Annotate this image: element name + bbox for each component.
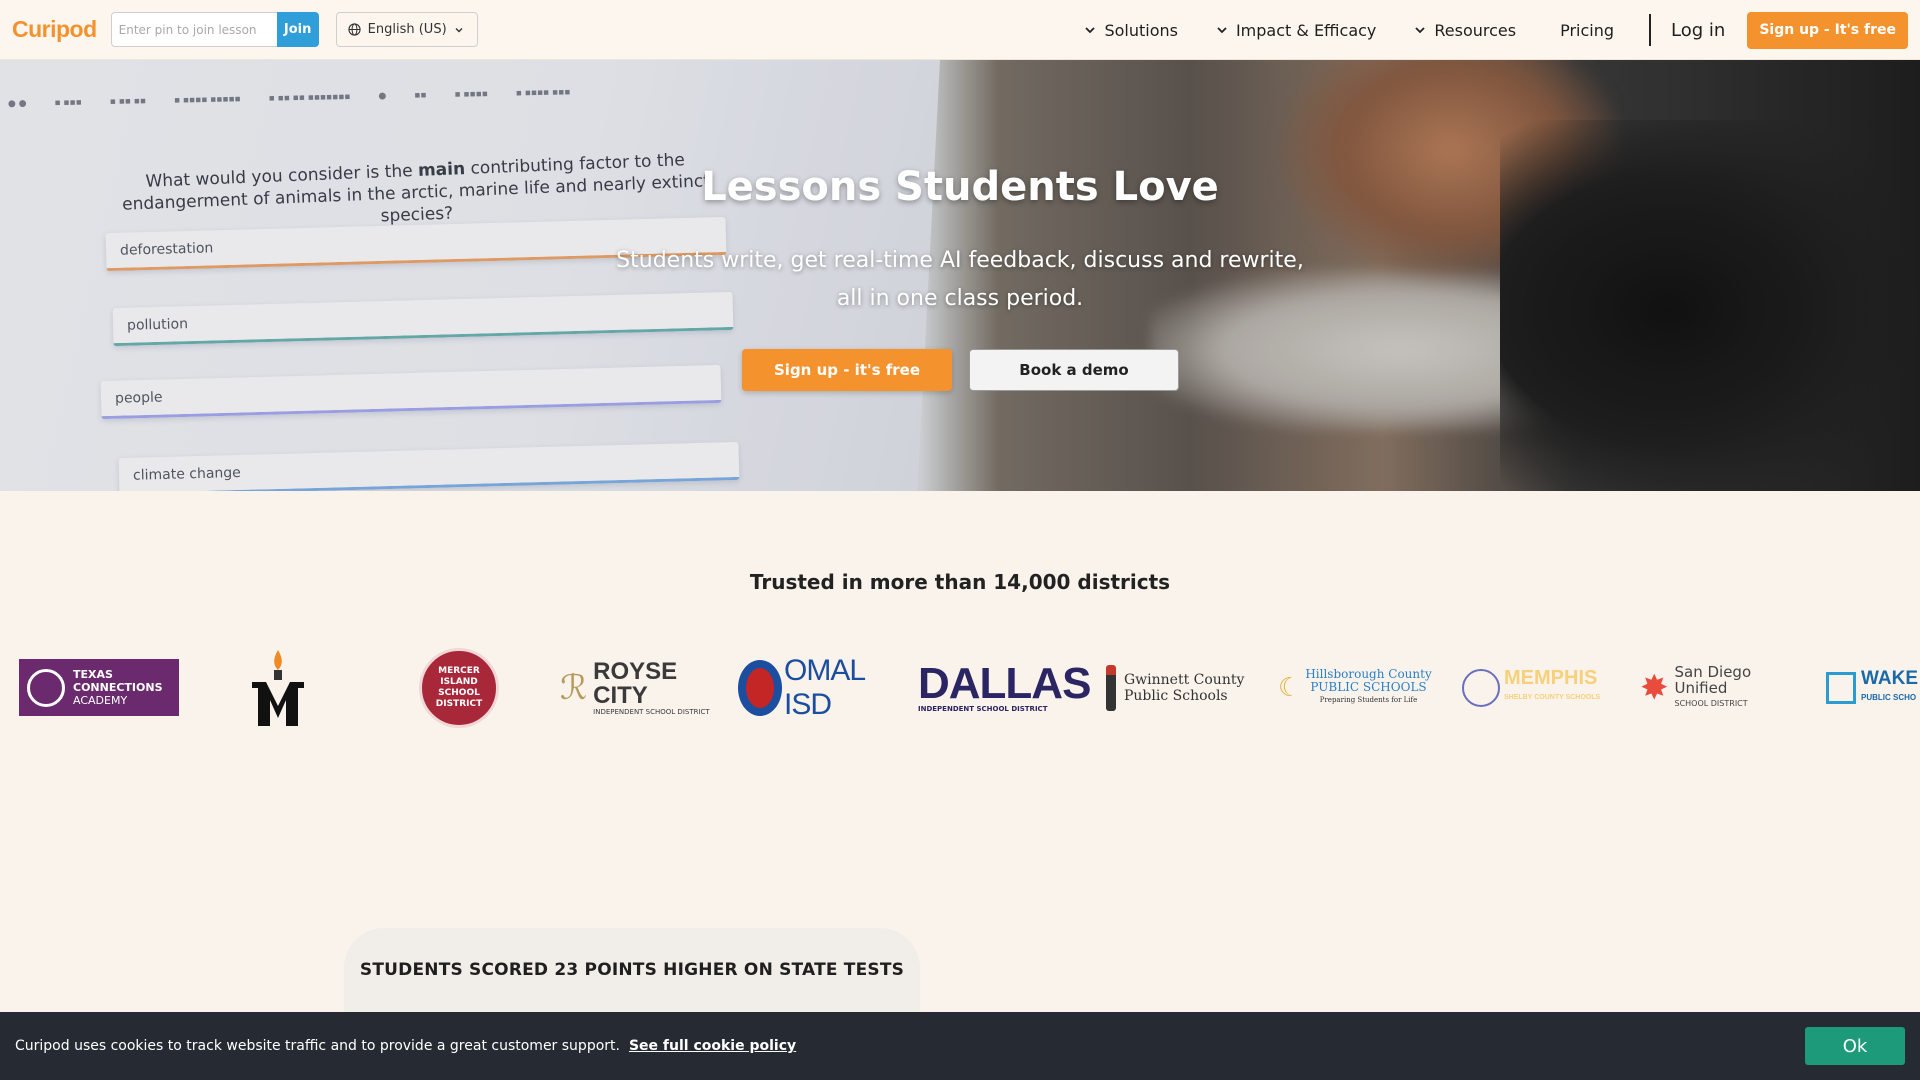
comal-tree-icon	[738, 659, 782, 716]
language-label: English (US)	[367, 22, 447, 37]
hero-section: ● ● ▪ ▪▪▪ ▪ ▪▪ ▪▪ ▪ ▪▪▪▪ ▪▪▪▪▪ ▪ ▪▪ ▪▪ ▪▪▪▪▪…	[0, 60, 1920, 491]
mercer-island-seal-icon: MERCER ISLAND SCHOOL DISTRICT	[419, 647, 499, 728]
chevron-down-icon	[455, 27, 463, 32]
logo-gwinnett-county: Gwinnett County Public Schools	[1106, 640, 1256, 735]
stats-title: STUDENTS SCORED 23 POINTS HIGHER ON STAT…	[359, 960, 905, 980]
star-burst-icon: ✸	[1640, 667, 1669, 708]
cookie-ok-button[interactable]: Ok	[1805, 1027, 1905, 1065]
logo-memphis-shelby: MEMPHIS SHELBY COUNTY SCHOOLS	[1462, 640, 1617, 735]
logo-wake-county: WAKE C PUBLIC SCHO	[1826, 640, 1920, 735]
logo-comal-isd: OMAL ISD	[738, 640, 900, 735]
nav-impact-efficacy[interactable]: Impact & Efficacy	[1216, 21, 1376, 40]
curipod-logo[interactable]: Curipod	[12, 16, 97, 43]
globe-icon	[348, 23, 361, 36]
cookie-text: Curipod uses cookies to track website tr…	[15, 1038, 620, 1054]
hero-content: Lessons Students Love Students write, ge…	[0, 60, 1920, 491]
nav-divider	[1649, 14, 1652, 46]
hero-subtitle-line: all in one class period.	[836, 286, 1084, 311]
nav-resources-label: Resources	[1434, 20, 1517, 40]
join-lesson-form: Join	[110, 12, 319, 47]
district-logos-carousel: TEXAS CONNECTIONS ACADEMY MERCER ISLAND …	[0, 640, 1920, 735]
login-link[interactable]: Log in	[1671, 20, 1725, 41]
logo-dallas-isd: DALLAS INDEPENDENT SCHOOL DISTRICT	[918, 658, 1091, 713]
hero-signup-button[interactable]: Sign up - it's free	[742, 349, 952, 391]
wake-emblem-icon	[1826, 671, 1856, 704]
language-selector[interactable]: English (US)	[335, 12, 478, 47]
person-emblem-icon	[27, 668, 65, 707]
trusted-heading: Trusted in more than 14,000 districts	[749, 570, 1171, 594]
torch-icon	[1106, 664, 1116, 711]
royse-flourish-icon: ℛ	[560, 667, 588, 708]
hero-cta-group: Sign up - it's free Book a demo	[742, 349, 1179, 391]
signup-nav-button[interactable]: Sign up - It's free	[1747, 11, 1908, 49]
lamp-icon: ☾	[1278, 672, 1302, 703]
nav-impact-label: Impact & Efficacy	[1235, 20, 1377, 40]
hero-title: Lessons Students Love	[701, 164, 1219, 210]
nav-pricing[interactable]: Pricing	[1560, 21, 1614, 40]
top-navbar: Curipod Join English (US) Solutions Impa…	[0, 0, 1920, 60]
nav-menu: Solutions Impact & Efficacy Resources Pr…	[1046, 0, 1908, 60]
memphis-seal-icon	[1462, 668, 1500, 707]
nav-resources[interactable]: Resources	[1414, 21, 1516, 40]
chevron-down-icon	[1415, 27, 1426, 34]
lesson-pin-input[interactable]	[110, 12, 277, 47]
cookie-banner: Curipod uses cookies to track website tr…	[0, 1012, 1920, 1080]
logo-mercer-island: MERCER ISLAND SCHOOL DISTRICT	[419, 640, 499, 735]
book-demo-button[interactable]: Book a demo	[969, 349, 1179, 391]
hero-subtitle-line: Students write, get real-time AI feedbac…	[616, 248, 1304, 273]
logo-san-diego-unified: ✸ San Diego Unified SCHOOL DISTRICT	[1640, 662, 1752, 708]
logo-texas-connections-academy: TEXAS CONNECTIONS ACADEMY	[19, 659, 179, 716]
chevron-down-icon	[1217, 27, 1227, 34]
hero-subtitle: Students write, get real-time AI feedbac…	[560, 242, 1360, 318]
cookie-policy-link[interactable]: See full cookie policy	[629, 1038, 796, 1054]
nav-solutions[interactable]: Solutions	[1084, 21, 1178, 40]
torch-m-icon	[252, 649, 304, 726]
logo-hillsborough-county: ☾ Hillsborough County PUBLIC SCHOOLS Pre…	[1278, 667, 1432, 705]
nav-solutions-label: Solutions	[1104, 20, 1178, 40]
join-button[interactable]: Join	[276, 12, 319, 47]
logo-mv-torch	[248, 640, 308, 735]
logo-royse-city: ℛ ROYSE CITY INDEPENDENT SCHOOL DISTRICT	[560, 657, 710, 716]
chevron-down-icon	[1085, 27, 1096, 34]
